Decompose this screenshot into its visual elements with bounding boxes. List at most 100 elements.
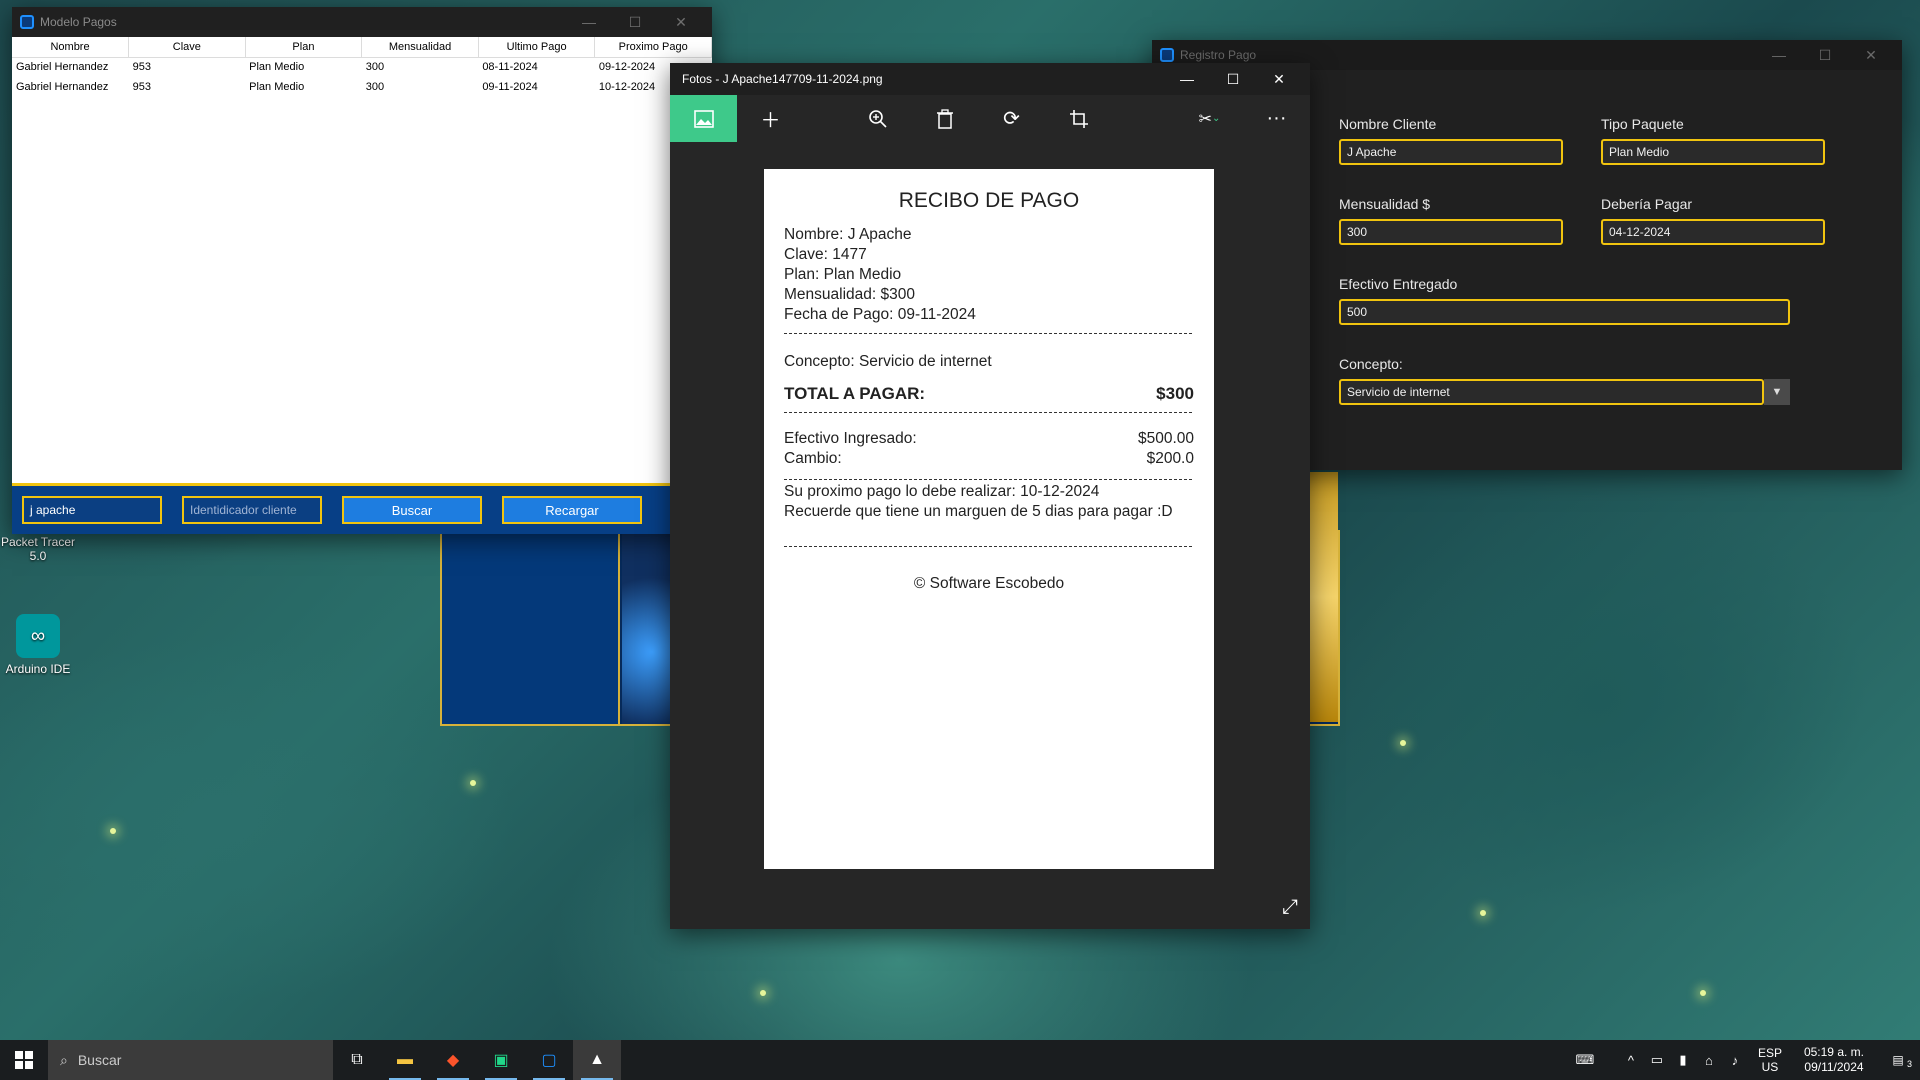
receipt-title: RECIBO DE PAGO bbox=[898, 189, 1080, 212]
receipt-nombre: Nombre: J Apache bbox=[784, 226, 912, 243]
fullscreen-icon[interactable]: ⤢ bbox=[1282, 896, 1298, 919]
receipt-total-row: TOTAL A PAGAR: $300 bbox=[764, 384, 1214, 404]
edit-icon[interactable]: ✂ ⌄ bbox=[1176, 95, 1243, 142]
taskbar-search[interactable]: ⌕ Buscar bbox=[48, 1040, 333, 1080]
receipt-total-value: $300 bbox=[1156, 384, 1194, 403]
zoom-icon[interactable] bbox=[844, 95, 911, 142]
crop-icon[interactable] bbox=[1045, 95, 1112, 142]
deberia-pagar-label: Debería Pagar bbox=[1601, 196, 1693, 212]
app-icon bbox=[1160, 48, 1174, 62]
column-header[interactable]: Plan bbox=[245, 37, 363, 58]
wallpaper-sparkle bbox=[110, 828, 116, 834]
receipt-divider bbox=[784, 412, 1192, 413]
rotate-icon[interactable]: ⟳ bbox=[978, 95, 1045, 142]
maximize-button[interactable]: ☐ bbox=[612, 7, 658, 37]
clock-date: 09/11/2024 bbox=[1804, 1060, 1864, 1074]
table-cell: Plan Medio bbox=[249, 61, 305, 74]
concepto-select[interactable]: Servicio de internet bbox=[1339, 379, 1764, 405]
wallpaper-sparkle bbox=[470, 780, 476, 786]
search-icon: ⌕ bbox=[60, 1051, 68, 1068]
column-header[interactable]: Mensualidad bbox=[361, 37, 479, 58]
chevron-up-icon[interactable]: ^ bbox=[1618, 1053, 1644, 1068]
receipt-recuerde: Recuerde que tiene un marguen de 5 dias … bbox=[784, 503, 1173, 520]
column-header[interactable]: Proximo Pago bbox=[594, 37, 712, 58]
close-button[interactable]: ✕ bbox=[658, 7, 704, 37]
mensualidad-field[interactable]: 300 bbox=[1339, 219, 1563, 245]
client-id-input[interactable]: Identidicador cliente bbox=[182, 496, 322, 524]
desktop-icon-packet-tracer[interactable]: Packet Tracer 5.0 bbox=[0, 535, 78, 563]
efectivo-entregado-field[interactable]: 500 bbox=[1339, 299, 1790, 325]
concepto-label: Concepto: bbox=[1339, 356, 1403, 372]
modelo-pagos-window: Modelo Pagos — ☐ ✕ Nombre Clave Plan Men… bbox=[12, 7, 712, 534]
close-button[interactable]: ✕ bbox=[1256, 64, 1302, 94]
table-header-row: Nombre Clave Plan Mensualidad Ultimo Pag… bbox=[12, 37, 712, 58]
receipt-total-label: TOTAL A PAGAR: bbox=[784, 384, 926, 403]
packet-tracer-label: Packet Tracer 5.0 bbox=[0, 535, 76, 563]
table-cell: 300 bbox=[365, 61, 385, 74]
minimize-button[interactable]: — bbox=[566, 7, 612, 37]
lang-bottom: US bbox=[1761, 1060, 1779, 1074]
column-header[interactable]: Nombre bbox=[12, 37, 130, 58]
battery-icon[interactable]: ▮ bbox=[1670, 1052, 1696, 1068]
network-icon[interactable]: ⌂ bbox=[1696, 1053, 1722, 1068]
more-icon[interactable]: ··· bbox=[1243, 95, 1310, 142]
column-header[interactable]: Clave bbox=[128, 37, 246, 58]
column-header[interactable]: Ultimo Pago bbox=[478, 37, 596, 58]
photos-app-icon[interactable]: ▲ bbox=[573, 1040, 621, 1080]
maximize-button[interactable]: ☐ bbox=[1802, 40, 1848, 70]
background-panel-section bbox=[442, 532, 620, 724]
receipt-efectivo-value: $500.00 bbox=[1137, 430, 1194, 447]
table-cell: Gabriel Hernandez bbox=[16, 81, 109, 93]
minimize-button[interactable]: — bbox=[1756, 40, 1802, 70]
receipt-concepto: Concepto: Servicio de internet bbox=[784, 353, 992, 370]
maximize-button[interactable]: ☐ bbox=[1210, 64, 1256, 94]
delete-icon[interactable] bbox=[911, 95, 978, 142]
fotos-titlebar[interactable]: Fotos - J Apache147709-11-2024.png — ☐ ✕ bbox=[670, 63, 1310, 95]
window-title: Registro Pago bbox=[1180, 48, 1257, 62]
payments-table: Nombre Clave Plan Mensualidad Ultimo Pag… bbox=[12, 37, 712, 97]
pycharm-icon[interactable]: ▣ bbox=[477, 1040, 525, 1080]
taskbar: ⌕ Buscar ⧉ ▬ ◆ ▣ ▢ ▲ ⌨ ^ ▭ ▮ ⌂ ♪ ESP US … bbox=[0, 1040, 1920, 1080]
app-window-icon[interactable]: ▢ bbox=[525, 1040, 573, 1080]
chevron-down-icon[interactable]: ▼ bbox=[1764, 379, 1790, 405]
table-cell: 300 bbox=[365, 81, 385, 93]
notification-button[interactable]: ▤ 3 bbox=[1876, 1053, 1920, 1069]
receipt-divider bbox=[784, 479, 1192, 480]
fotos-toolbar: ＋ ⟳ ✂ ⌄ ··· bbox=[670, 95, 1310, 142]
table-row[interactable]: Gabriel Hernandez 953 Plan Medio 300 08-… bbox=[12, 57, 712, 77]
payments-grid[interactable]: Nombre Clave Plan Mensualidad Ultimo Pag… bbox=[12, 37, 712, 483]
task-view-icon[interactable]: ⧉ bbox=[333, 1040, 381, 1080]
fotos-window: Fotos - J Apache147709-11-2024.png — ☐ ✕… bbox=[670, 63, 1310, 929]
language-indicator[interactable]: ESP US bbox=[1758, 1046, 1782, 1074]
search-input[interactable]: j apache bbox=[22, 496, 162, 524]
start-button[interactable] bbox=[0, 1040, 48, 1080]
receipt-clave: Clave: 1477 bbox=[784, 246, 867, 263]
wallpaper-sparkle bbox=[1700, 990, 1706, 996]
recargar-button[interactable]: Recargar bbox=[502, 496, 642, 524]
deberia-pagar-field[interactable]: 04-12-2024 bbox=[1601, 219, 1825, 245]
table-cell: Gabriel Hernandez bbox=[16, 61, 109, 74]
table-row[interactable]: Gabriel Hernandez 953 Plan Medio 300 09-… bbox=[12, 77, 712, 97]
receipt-cambio-label: Cambio: bbox=[784, 450, 842, 467]
efectivo-entregado-label: Efectivo Entregado bbox=[1339, 276, 1458, 292]
nombre-cliente-field[interactable]: J Apache bbox=[1339, 139, 1563, 165]
modelo-pagos-titlebar[interactable]: Modelo Pagos — ☐ ✕ bbox=[12, 7, 712, 37]
keyboard-icon[interactable]: ⌨ bbox=[1572, 1052, 1598, 1068]
desktop-icon-arduino[interactable]: ∞ Arduino IDE bbox=[0, 614, 78, 676]
receipt-divider bbox=[784, 333, 1192, 334]
receipt-efectivo-row: Efectivo Ingresado: $500.00 bbox=[764, 429, 1214, 449]
add-icon[interactable]: ＋ bbox=[737, 95, 804, 142]
volume-icon[interactable]: ♪ bbox=[1722, 1053, 1748, 1068]
tipo-paquete-field[interactable]: Plan Medio bbox=[1601, 139, 1825, 165]
device-icon[interactable]: ▭ bbox=[1644, 1052, 1670, 1068]
file-explorer-icon[interactable]: ▬ bbox=[381, 1040, 429, 1080]
image-icon[interactable] bbox=[670, 95, 737, 142]
clock[interactable]: 05:19 a. m. 09/11/2024 bbox=[1804, 1045, 1864, 1075]
close-button[interactable]: ✕ bbox=[1848, 40, 1894, 70]
clock-time: 05:19 a. m. bbox=[1803, 1045, 1864, 1059]
receipt-cambio-value: $200.0 bbox=[1146, 450, 1194, 467]
table-cell: 09-11-2024 bbox=[482, 81, 538, 93]
buscar-button[interactable]: Buscar bbox=[342, 496, 482, 524]
brave-browser-icon[interactable]: ◆ bbox=[429, 1040, 477, 1080]
minimize-button[interactable]: — bbox=[1164, 64, 1210, 94]
